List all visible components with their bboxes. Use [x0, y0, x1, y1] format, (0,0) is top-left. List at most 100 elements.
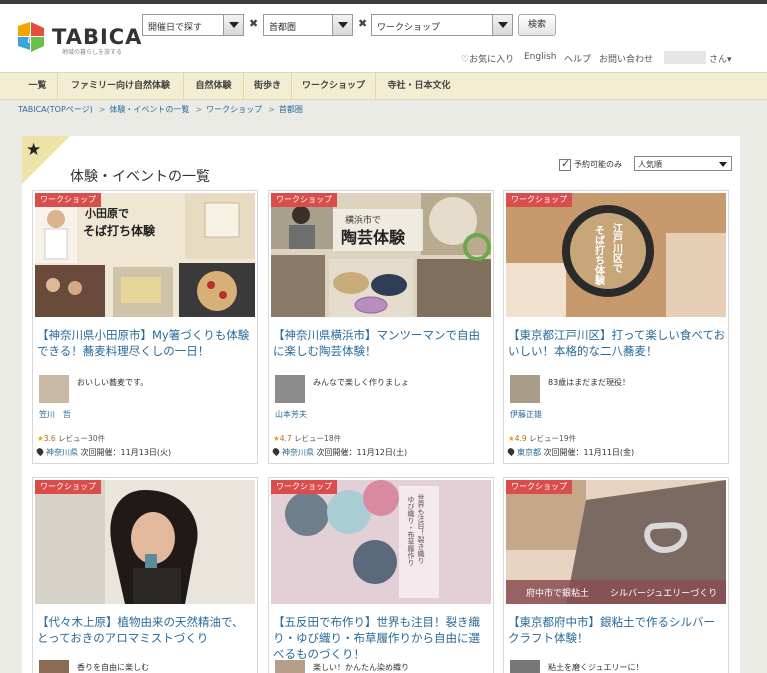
card-meta: 神奈川県 次回開催：11月12日(土) [271, 446, 407, 458]
host-message: 楽しい！かんたん染め織り [313, 663, 409, 672]
category-badge: ワークショップ [35, 480, 101, 494]
available-only-label: 予約可能のみ [574, 160, 622, 169]
card-title[interactable]: 【五反田で布作り】世界も注目！裂き織り・ゆび織り・布草履作りから自由に選べるもの… [273, 614, 491, 662]
sort-select[interactable]: 人気順 [634, 156, 732, 171]
contact-link[interactable]: お問い合わせ [599, 52, 653, 65]
english-link[interactable]: English [524, 52, 557, 62]
rating-value: 4.7 [279, 434, 292, 443]
review-count: レビュー18件 [294, 434, 342, 443]
host-name[interactable]: 伊藤正雄 [510, 409, 542, 420]
map-pin-icon [271, 446, 281, 457]
card-title[interactable]: 【東京都江戸川区】打って楽しい食べておいしい！本格的な二八蕎麦！ [508, 327, 726, 359]
card-image[interactable]: 横浜市で 陶芸体験 [271, 193, 491, 317]
review-count: レビュー19件 [529, 434, 577, 443]
user-name[interactable] [664, 51, 706, 64]
prefecture[interactable]: 神奈川県 [282, 448, 314, 457]
nav-item-all[interactable]: 一覧 [18, 73, 58, 100]
card-image[interactable]: 江戸川区で そば打ち体験 [506, 193, 726, 317]
chevron-down-icon [223, 15, 243, 35]
logo-icon[interactable]: t [18, 22, 44, 52]
category-badge: ワークショップ [506, 193, 572, 207]
event-card[interactable]: 小田原で そば打ち体験 ワークショップ 【神奈川県小田原市】My箸づくりも体験で… [32, 190, 258, 464]
breadcrumb-events[interactable]: 体験・イベントの一覧 [109, 105, 189, 114]
star-icon: ★ [508, 434, 515, 443]
event-card[interactable]: ワークショップ 【代々木上原】植物由来の天然精油で、とっておきのアロマミストづく… [32, 477, 258, 673]
breadcrumb: TABICA(TOPページ) > 体験・イベントの一覧 > ワークショップ > 首都圏 [18, 104, 305, 115]
card-image[interactable]: 小田原で そば打ち体験 [35, 193, 255, 317]
chevron-down-icon [492, 15, 512, 35]
breadcrumb-top[interactable]: TABICA(TOPページ) [18, 105, 93, 114]
event-card[interactable]: 府中市で銀粘土 シルバージュエリーづくり ワークショップ 【東京都府中市】銀粘土… [503, 477, 729, 673]
card-image-caption: ゆび織り・布草履作り [407, 496, 415, 566]
category-badge: ワークショップ [35, 193, 101, 207]
host-message: みんなで楽しく作りましょ [313, 378, 409, 387]
prefecture[interactable]: 東京都 [517, 448, 541, 457]
host-name[interactable]: 笠川 哲 [39, 409, 71, 420]
host-avatar[interactable] [275, 660, 305, 673]
card-image-caption: 世界も注目！裂き織り [417, 493, 425, 564]
logo-text[interactable]: TABICA [52, 25, 142, 49]
card-image[interactable] [35, 480, 255, 604]
times-icon: ✖ [249, 17, 259, 30]
card-title[interactable]: 【神奈川県小田原市】My箸づくりも体験できる！蕎麦料理尽くしの一日！ [37, 327, 255, 359]
times-icon: ✖ [358, 17, 368, 30]
star-icon: ★ [37, 434, 44, 443]
favorites-link[interactable]: ♡お気に入り [461, 52, 514, 65]
help-link[interactable]: ヘルプ [564, 52, 591, 65]
rating-value: 3.6 [43, 434, 56, 443]
category-nav: 一覧 ファミリー向け自然体験 自然体験 街歩き ワークショップ 寺社・日本文化 [0, 72, 767, 100]
card-image-caption: シルバージュエリーづくり [610, 588, 717, 599]
event-card[interactable]: 世界も注目！裂き織り ゆび織り・布草履作り ワークショップ 【五反田で布作り】世… [268, 477, 494, 673]
user-menu[interactable]: さん▾ [709, 52, 732, 65]
host-message: 香りを自由に楽しむ [77, 663, 149, 672]
nav-item-workshop[interactable]: ワークショップ [292, 73, 376, 100]
area-select[interactable]: 首都圏 [263, 14, 353, 36]
breadcrumb-sep: > [195, 105, 203, 114]
logo-tagline: 地域の暮らしを旅する [62, 49, 123, 56]
category-badge: ワークショップ [271, 480, 337, 494]
map-pin-icon [35, 446, 45, 457]
card-image-caption: 陶芸体験 [341, 228, 406, 247]
star-icon: ★ [273, 434, 280, 443]
breadcrumb-sep: > [98, 105, 106, 114]
available-only-checkbox[interactable] [559, 157, 571, 171]
event-card[interactable]: 江戸川区で そば打ち体験 ワークショップ 【東京都江戸川区】打って楽しい食べてお… [503, 190, 729, 464]
nav-item-culture[interactable]: 寺社・日本文化 [376, 73, 462, 100]
card-image[interactable]: 世界も注目！裂き織り ゆび織り・布草履作り [271, 480, 491, 604]
card-title[interactable]: 【代々木上原】植物由来の天然精油で、とっておきのアロマミストづくり [37, 614, 255, 646]
card-title[interactable]: 【神奈川県横浜市】マンツーマンで自由に楽しむ陶芸体験！ [273, 327, 491, 359]
next-date: 次回開催：11月13日(火) [80, 448, 172, 457]
nav-item-family[interactable]: ファミリー向け自然体験 [58, 73, 184, 100]
rating: ★3.6 レビュー30件 [37, 433, 105, 444]
nav-item-nature[interactable]: 自然体験 [184, 73, 244, 100]
card-image[interactable]: 府中市で銀粘土 シルバージュエリーづくり [506, 480, 726, 604]
host-avatar[interactable] [275, 375, 305, 403]
event-card[interactable]: 横浜市で 陶芸体験 ワークショップ 【神奈川県横浜市】マンツーマンで自由に楽しむ… [268, 190, 494, 464]
card-image-caption: そば打ち体験 [83, 223, 156, 238]
host-message: 83歳はまだまだ現役！ [548, 378, 631, 387]
card-image-caption: 小田原で [84, 206, 129, 220]
rating: ★4.9 レビュー19件 [508, 433, 576, 444]
card-title[interactable]: 【東京都府中市】銀粘土で作るシルバークラフト体験！ [508, 614, 726, 646]
site-header: t TABICA 地域の暮らしを旅する 開催日で探す ✖ 首都圏 ✖ ワークショ… [0, 4, 767, 72]
area-select-value: 首都圏 [269, 23, 297, 33]
breadcrumb-workshop[interactable]: ワークショップ [206, 105, 262, 114]
breadcrumb-sep: > [268, 105, 275, 114]
svg-text:t: t [27, 32, 33, 47]
date-select[interactable]: 開催日で探す [142, 14, 244, 36]
host-avatar[interactable] [510, 660, 540, 673]
search-button[interactable]: 検索 [518, 14, 556, 36]
host-message: おいしい蕎麦です。 [77, 378, 149, 387]
star-icon: ★ [26, 140, 42, 160]
host-avatar[interactable] [39, 660, 69, 673]
host-avatar[interactable] [39, 375, 69, 403]
host-name[interactable]: 山本芳夫 [275, 409, 307, 420]
category-select[interactable]: ワークショップ [371, 14, 513, 36]
breadcrumb-area[interactable]: 首都圏 [279, 105, 303, 114]
card-meta: 東京都 次回開催：11月11日(金) [506, 446, 634, 458]
map-pin-icon [506, 446, 516, 457]
review-count: レビュー30件 [58, 434, 106, 443]
nav-item-walk[interactable]: 街歩き [244, 73, 292, 100]
prefecture[interactable]: 神奈川県 [46, 448, 78, 457]
host-avatar[interactable] [510, 375, 540, 403]
